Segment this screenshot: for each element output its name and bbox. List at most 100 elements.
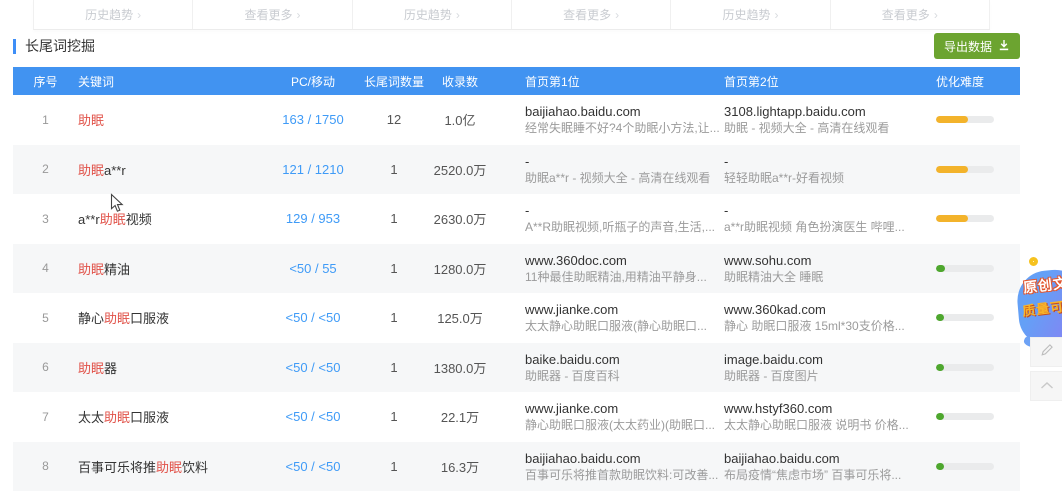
table-row: 6助眠器<50 / <5011380.0万baike.baidu.com助眠器 … (13, 343, 1020, 393)
serp-desc: 太太静心助眠口服液(静心助眠口... (525, 318, 720, 334)
serp-desc: 助眠 - 视频大全 - 高清在线观看 (724, 120, 925, 136)
pc-mobile-link[interactable]: 163 / 1750 (268, 112, 358, 127)
keyword-text: 口服液 (130, 410, 169, 425)
mouse-cursor (110, 193, 124, 219)
page-title: 长尾词挖掘 (25, 36, 95, 56)
link-label: 查看更多 (244, 6, 292, 23)
pc-mobile-link[interactable]: <50 / <50 (268, 310, 358, 325)
serp-pos2: -a**r助眠视频 角色扮演医生 哔哩... (720, 202, 925, 235)
serp-url: - (525, 153, 720, 170)
pc-mobile-link[interactable]: 121 / 1210 (268, 162, 358, 177)
cell-indexed-count: 2520.0万 (430, 160, 490, 179)
view-more-link[interactable]: 查看更多› (193, 0, 352, 29)
column-header: 收录数 (430, 73, 490, 90)
difficulty-fill (936, 166, 968, 173)
cell-longtail-count: 1 (358, 310, 430, 325)
difficulty-bar (936, 314, 994, 321)
serp-pos2: -轻轻助眠a**r-好看视频 (720, 153, 925, 186)
pc-mobile-link[interactable]: <50 / <50 (268, 360, 358, 375)
download-icon (998, 39, 1010, 54)
keyword-text: 百事可乐将推 (78, 460, 156, 475)
keyword-link[interactable]: 百事可乐将推助眠饮料 (78, 457, 268, 476)
keyword-link[interactable]: 静心助眠口服液 (78, 308, 268, 327)
serp-url: 3108.lightapp.baidu.com (724, 103, 925, 120)
view-more-link[interactable]: 查看更多› (512, 0, 671, 29)
keyword-link[interactable]: 助眠精油 (78, 259, 268, 278)
serp-desc: A**R助眠视频,听瓶子的声音,生活,... (525, 219, 720, 235)
difficulty-bar (936, 215, 994, 222)
pencil-icon (1040, 343, 1054, 362)
keyword-text: a**r (78, 212, 100, 227)
table-row: 4助眠精油<50 / 5511280.0万www.360doc.com11种最佳… (13, 244, 1020, 294)
cell-longtail-count: 1 (358, 409, 430, 424)
cell-indexed-count: 1280.0万 (430, 259, 490, 278)
cell-index: 2 (13, 162, 78, 176)
column-header: 优化难度 (925, 73, 1020, 90)
column-header: 首页第1位 (490, 73, 720, 90)
cell-difficulty (925, 314, 1020, 321)
pc-mobile-link[interactable]: <50 / <50 (268, 459, 358, 474)
cell-index: 7 (13, 410, 78, 424)
cell-index: 5 (13, 311, 78, 325)
serp-pos1: -助眠a**r - 视频大全 - 高清在线观看 (490, 153, 720, 186)
history-trend-link[interactable]: 历史趋势› (671, 0, 830, 29)
link-label: 历史趋势 (85, 6, 133, 23)
serp-url: www.360kad.com (724, 301, 925, 318)
serp-desc: 经常失眠睡不好?4个助眠小方法,让... (525, 120, 720, 136)
keyword-highlight: 助眠 (104, 410, 130, 425)
history-trend-link[interactable]: 历史趋势› (353, 0, 512, 29)
serp-url: baijiahao.baidu.com (525, 450, 720, 467)
keyword-link[interactable]: 助眠 (78, 110, 268, 129)
serp-pos1: baijiahao.baidu.com经常失眠睡不好?4个助眠小方法,让... (490, 103, 720, 136)
serp-desc: 太太静心助眠口服液 说明书 价格... (724, 417, 925, 433)
keyword-link[interactable]: a**r助眠视频 (78, 209, 268, 228)
feedback-edit-button[interactable] (1030, 337, 1062, 367)
difficulty-fill (936, 314, 944, 321)
cell-difficulty (925, 166, 1020, 173)
pc-mobile-link[interactable]: 129 / 953 (268, 211, 358, 226)
serp-desc: 助眠a**r - 视频大全 - 高清在线观看 (525, 170, 720, 186)
difficulty-bar (936, 265, 994, 272)
export-data-button[interactable]: 导出数据 (934, 33, 1020, 59)
serp-desc: 11种最佳助眠精油,用精油平静身... (525, 269, 720, 285)
cell-difficulty (925, 116, 1020, 123)
cell-indexed-count: 1380.0万 (430, 358, 490, 377)
serp-url: www.jianke.com (525, 400, 720, 417)
keyword-highlight: 助眠 (104, 311, 130, 326)
promo-badge[interactable]: 原创文 质量可 (1016, 257, 1062, 349)
cell-difficulty (925, 265, 1020, 272)
keyword-highlight: 助眠 (78, 163, 104, 178)
section-header: 长尾词挖掘 导出数据 (13, 33, 1020, 59)
table-body: 1助眠163 / 1750121.0亿baijiahao.baidu.com经常… (13, 95, 1020, 491)
chevron-right-icon: › (934, 8, 938, 22)
keyword-text: 静心 (78, 311, 104, 326)
history-trend-link[interactable]: 历史趋势› (34, 0, 193, 29)
keyword-highlight: 助眠 (78, 262, 104, 277)
pc-mobile-link[interactable]: <50 / 55 (268, 261, 358, 276)
keyword-link[interactable]: 太太助眠口服液 (78, 407, 268, 426)
serp-url: - (724, 202, 925, 219)
table-row: 7太太助眠口服液<50 / <50122.1万www.jianke.com静心助… (13, 392, 1020, 442)
link-label: 历史趋势 (404, 6, 452, 23)
serp-desc: a**r助眠视频 角色扮演医生 哔哩... (724, 219, 925, 235)
cell-index: 1 (13, 113, 78, 127)
serp-pos1: www.360doc.com11种最佳助眠精油,用精油平静身... (490, 252, 720, 285)
difficulty-fill (936, 463, 944, 470)
keyword-text: a**r (104, 163, 126, 178)
cell-difficulty (925, 413, 1020, 420)
keyword-text: 饮料 (182, 460, 208, 475)
back-to-top-button[interactable] (1030, 371, 1062, 401)
longtail-keyword-table: 序号关键词PC/移动长尾词数量收录数首页第1位首页第2位优化难度 1助眠163 … (13, 67, 1020, 491)
keyword-link[interactable]: 助眠器 (78, 358, 268, 377)
chevron-right-icon: › (615, 8, 619, 22)
serp-url: - (525, 202, 720, 219)
keyword-link[interactable]: 助眠a**r (78, 160, 268, 179)
difficulty-bar (936, 116, 994, 123)
link-label: 历史趋势 (722, 6, 770, 23)
column-header: 序号 (13, 73, 78, 90)
column-header: PC/移动 (268, 73, 358, 90)
view-more-link[interactable]: 查看更多› (831, 0, 990, 29)
difficulty-bar (936, 463, 994, 470)
pc-mobile-link[interactable]: <50 / <50 (268, 409, 358, 424)
keyword-highlight: 助眠 (78, 113, 104, 128)
